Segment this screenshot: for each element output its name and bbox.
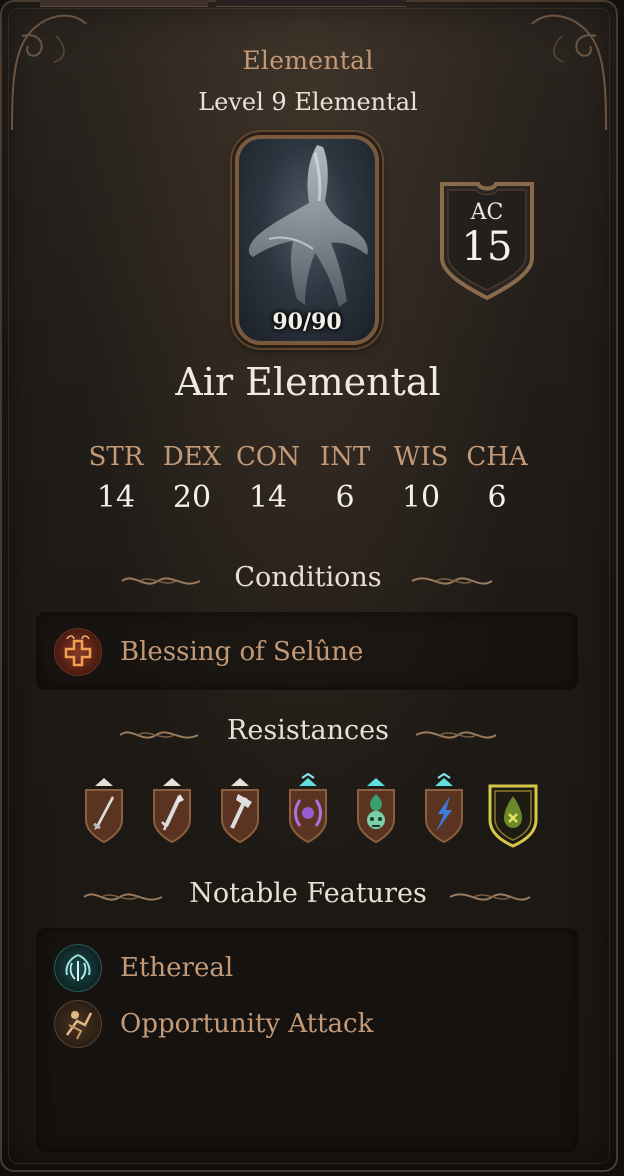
- poison-immunity-icon[interactable]: [486, 778, 540, 850]
- creature-name: Air Elemental: [175, 360, 441, 404]
- ability-key: WIS: [393, 442, 449, 472]
- ability-key: CHA: [466, 442, 528, 472]
- ability-value: 6: [487, 480, 507, 515]
- ac-label: AC: [470, 200, 504, 225]
- ability-value: 14: [248, 480, 288, 515]
- features-list: Ethereal Opportunity Attack: [36, 928, 578, 1152]
- creature-portrait: 90/90: [235, 135, 379, 345]
- ability-value: 14: [96, 480, 136, 515]
- blessing-icon: [54, 628, 102, 676]
- ability-key: DEX: [162, 442, 222, 472]
- ac-value: 15: [461, 224, 513, 270]
- top-tab-right: [216, 0, 406, 7]
- armor-class-badge: AC 15: [436, 178, 538, 302]
- creature-race: Elemental: [242, 46, 374, 75]
- creature-level: Level 9 Elemental: [198, 88, 418, 116]
- feature-label: Ethereal: [120, 953, 234, 983]
- conditions-list: Blessing of Selûne: [36, 612, 578, 690]
- feature-item[interactable]: Ethereal: [54, 944, 233, 992]
- ability-key: INT: [319, 442, 371, 472]
- ability-value: 10: [401, 480, 441, 515]
- bludgeoning-resistance-icon[interactable]: [218, 772, 262, 844]
- condition-label: Blessing of Selûne: [120, 637, 364, 667]
- piercing-resistance-icon[interactable]: [150, 772, 194, 844]
- section-title-conditions: Conditions: [234, 562, 382, 593]
- ability-key: STR: [88, 442, 144, 472]
- condition-item[interactable]: Blessing of Selûne: [54, 628, 363, 676]
- ability-con: CON 14: [230, 442, 306, 515]
- ability-dex: DEX 20: [154, 442, 230, 515]
- ability-wis: WIS 10: [383, 442, 459, 515]
- poison-resistance-icon[interactable]: [354, 772, 398, 844]
- hit-points: 90/90: [272, 309, 342, 335]
- flourish-right-icon: [415, 731, 497, 739]
- slashing-resistance-icon[interactable]: [82, 772, 126, 844]
- section-title-resistances: Resistances: [227, 715, 389, 746]
- lightning-resistance-icon[interactable]: [422, 772, 466, 844]
- opportunity-attack-icon: [54, 1000, 102, 1048]
- ability-cha: CHA 6: [459, 442, 535, 515]
- ability-key: CON: [236, 442, 300, 472]
- ability-str: STR 14: [78, 442, 154, 515]
- feature-label: Opportunity Attack: [120, 1009, 374, 1039]
- ability-value: 6: [335, 480, 355, 515]
- flourish-right-icon: [411, 577, 493, 585]
- flourish-right-icon: [449, 893, 531, 901]
- feature-item[interactable]: Opportunity Attack: [54, 1000, 373, 1048]
- ability-int: INT 6: [307, 442, 383, 515]
- thunder-resistance-icon[interactable]: [286, 772, 330, 844]
- creature-tooltip-panel: Elemental Level 9 Elemental 90/90 AC 15 …: [0, 0, 618, 1172]
- ability-value: 20: [172, 480, 212, 515]
- ethereal-icon: [54, 944, 102, 992]
